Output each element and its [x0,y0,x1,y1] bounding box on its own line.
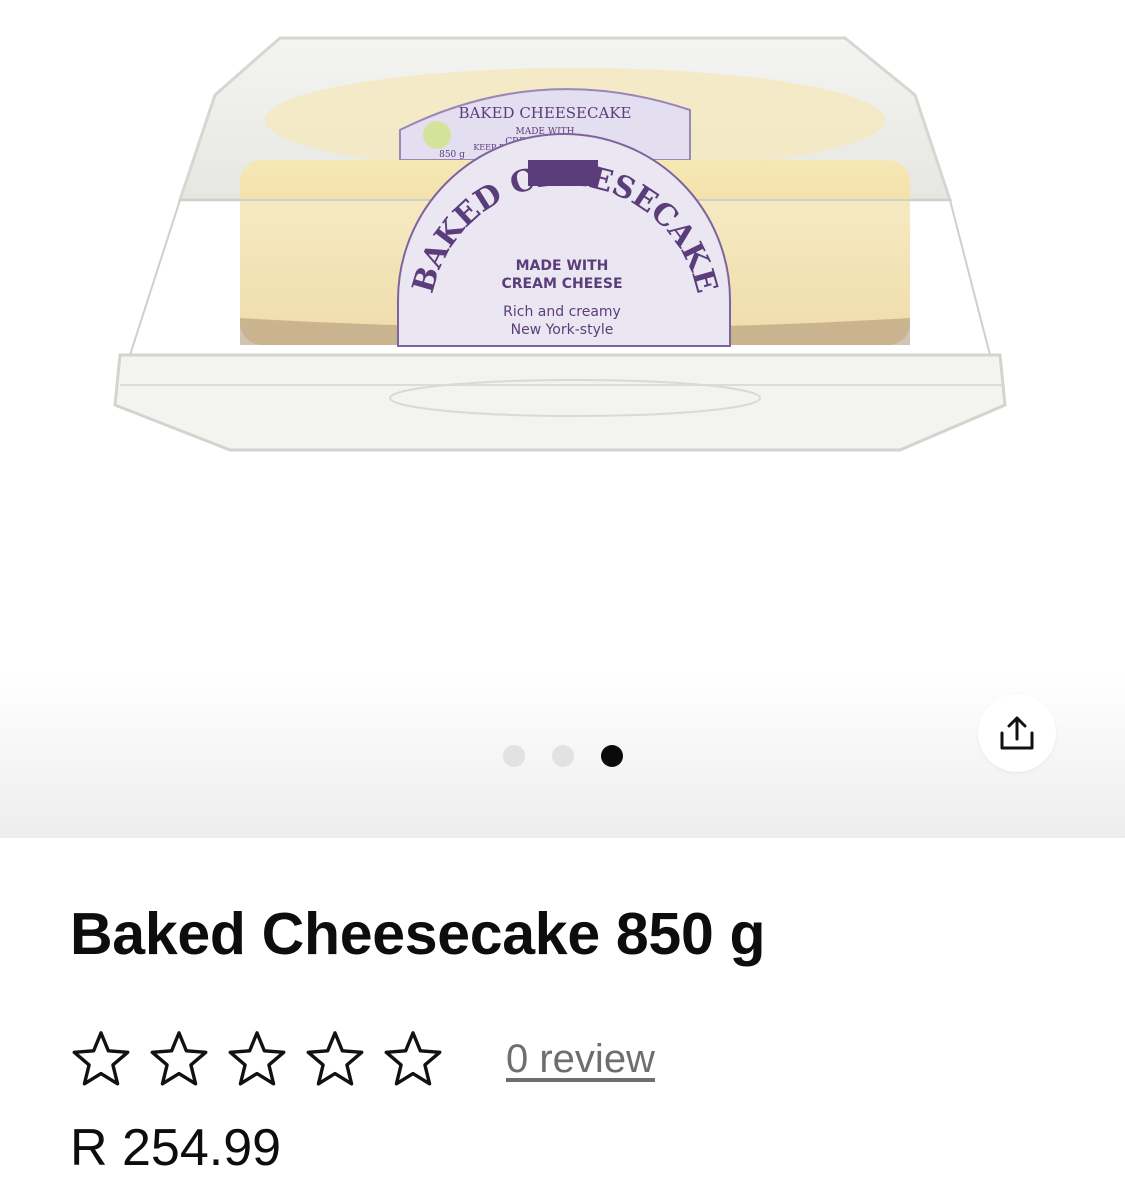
gallery-dot-1[interactable] [503,745,525,767]
label-line3: Rich and creamy [503,304,621,320]
seal-icon [423,121,451,149]
star-outline-icon[interactable] [226,1028,288,1090]
product-image: BAKED CHEESECAKE MADE WITH CREAM CHEESE … [113,36,1007,452]
gallery-dot-3[interactable] [601,745,623,767]
star-outline-icon[interactable] [70,1028,132,1090]
gallery-pagination [503,745,623,767]
gallery-dot-2[interactable] [552,745,574,767]
share-button[interactable] [978,694,1056,772]
top-label-weight: 850 g [439,150,465,160]
rating-row: 0 review [70,1028,655,1090]
product-price: R 254.99 [70,1119,282,1177]
star-outline-icon[interactable] [148,1028,210,1090]
star-outline-icon[interactable] [382,1028,444,1090]
label-line4: New York-style [511,322,614,338]
product-image-gallery[interactable]: BAKED CHEESECAKE MADE WITH CREAM CHEESE … [0,0,1125,838]
star-outline-icon[interactable] [304,1028,366,1090]
share-upload-icon [1000,716,1034,750]
top-label-title: BAKED CHEESECAKE [459,104,632,122]
star-rating[interactable] [70,1028,460,1090]
label-line1: MADE WITH [516,258,609,274]
product-title: Baked Cheesecake 850 g [70,901,766,967]
label-line2: CREAM CHEESE [501,276,622,292]
review-count-link[interactable]: 0 review [506,1037,655,1082]
